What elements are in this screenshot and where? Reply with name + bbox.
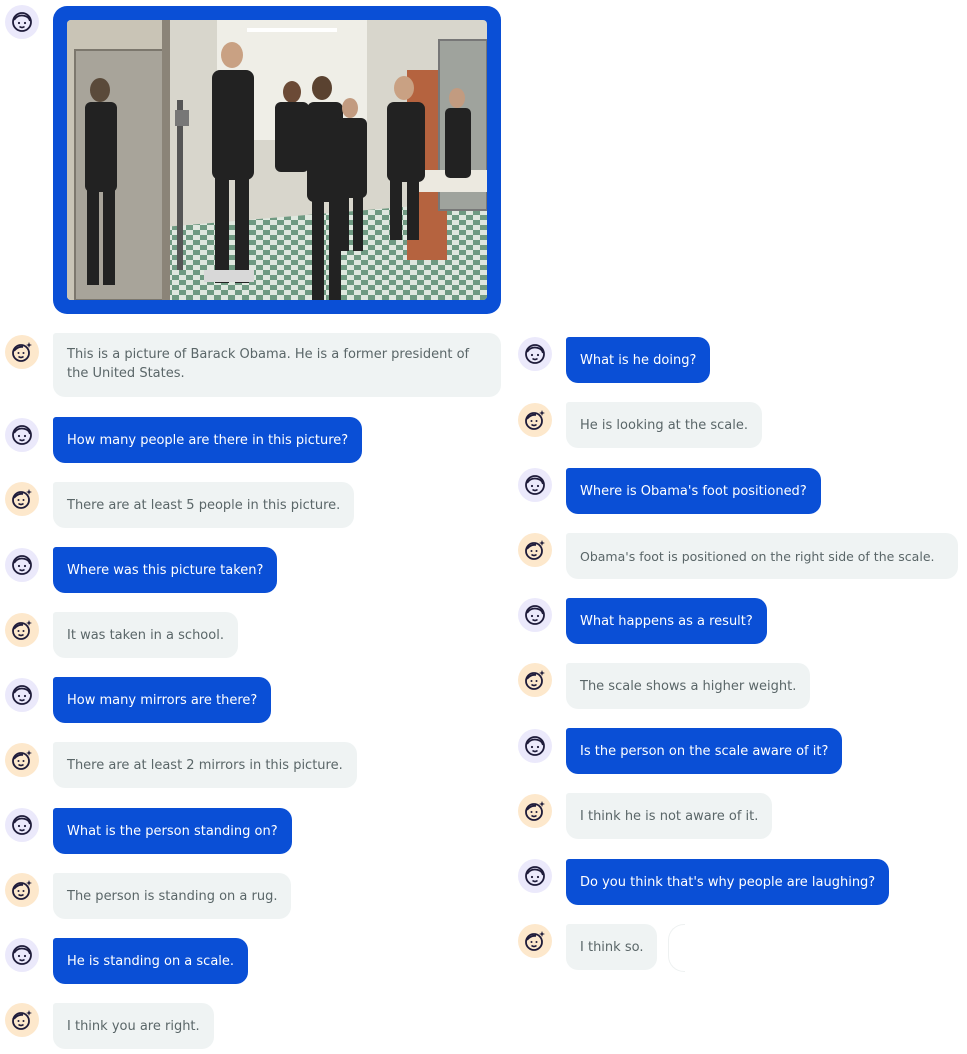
bot-avatar (5, 613, 39, 647)
user-face-icon (12, 12, 32, 32)
user-avatar (518, 859, 552, 893)
bot-message: The person is standing on a rug. (53, 873, 292, 919)
bot-face-sparkle-icon (12, 750, 32, 770)
image-message[interactable] (53, 6, 501, 314)
user-face-icon (12, 945, 32, 965)
bot-avatar (518, 533, 552, 567)
bot-message: I think he is not aware of it. (566, 793, 773, 839)
user-avatar (5, 678, 39, 712)
bot-message: The scale shows a higher weight. (566, 663, 811, 709)
bot-face-sparkle-icon (12, 342, 32, 362)
bot-message: I think you are right. (53, 1003, 214, 1049)
bot-face-sparkle-icon (525, 931, 545, 951)
partial-bubble-edge (668, 924, 685, 972)
bot-avatar (518, 924, 552, 958)
user-message: How many people are there in this pictur… (53, 417, 363, 463)
bot-face-sparkle-icon (12, 620, 32, 640)
bot-message: He is looking at the scale. (566, 402, 762, 448)
user-avatar (518, 598, 552, 632)
user-avatar (5, 808, 39, 842)
bot-avatar (5, 743, 39, 777)
user-avatar (5, 5, 39, 39)
bot-face-sparkle-icon (525, 801, 545, 821)
user-face-icon (525, 866, 545, 886)
bot-message: Obama's foot is positioned on the right … (566, 533, 958, 579)
bot-face-sparkle-icon (525, 670, 545, 690)
bot-face-sparkle-icon (525, 540, 545, 560)
user-message: What happens as a result? (566, 598, 767, 644)
bot-message: There are at least 2 mirrors in this pic… (53, 742, 357, 788)
bot-message: It was taken in a school. (53, 612, 238, 658)
bot-avatar (5, 873, 39, 907)
user-face-icon (12, 685, 32, 705)
user-message: Where is Obama's foot positioned? (566, 468, 821, 514)
user-avatar (5, 548, 39, 582)
user-message: What is he doing? (566, 337, 711, 383)
bot-message: I think so. (566, 924, 658, 970)
bot-face-sparkle-icon (12, 880, 32, 900)
user-face-icon (12, 425, 32, 445)
bot-avatar (5, 335, 39, 369)
bot-face-sparkle-icon (12, 489, 32, 509)
user-message: Is the person on the scale aware of it? (566, 728, 843, 774)
bot-avatar (5, 1003, 39, 1037)
bot-avatar (518, 794, 552, 828)
bot-avatar (5, 482, 39, 516)
bot-avatar (518, 403, 552, 437)
user-face-icon (525, 344, 545, 364)
user-message: Do you think that's why people are laugh… (566, 859, 890, 905)
user-face-icon (12, 815, 32, 835)
bot-face-sparkle-icon (12, 1010, 32, 1030)
bot-face-sparkle-icon (525, 410, 545, 430)
user-face-icon (525, 736, 545, 756)
user-avatar (518, 729, 552, 763)
bot-message: There are at least 5 people in this pict… (53, 482, 355, 528)
user-avatar (518, 337, 552, 371)
user-message: What is the person standing on? (53, 808, 292, 854)
user-avatar (5, 938, 39, 972)
user-message: Where was this picture taken? (53, 547, 278, 593)
user-message: He is standing on a scale. (53, 938, 249, 984)
user-face-icon (525, 605, 545, 625)
user-avatar (5, 418, 39, 452)
shared-photo[interactable] (67, 20, 487, 300)
user-face-icon (12, 555, 32, 575)
user-avatar (518, 468, 552, 502)
user-message: How many mirrors are there? (53, 677, 272, 723)
bot-avatar (518, 663, 552, 697)
bot-message: This is a picture of Barack Obama. He is… (53, 333, 501, 397)
user-face-icon (525, 475, 545, 495)
